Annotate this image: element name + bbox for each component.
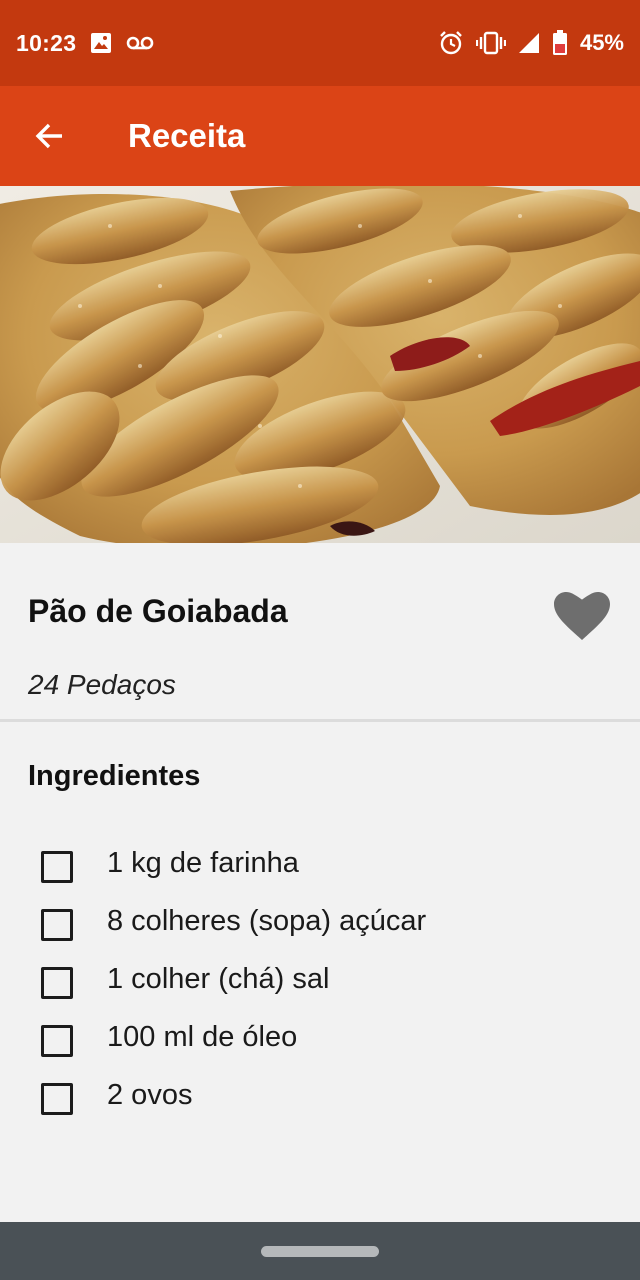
ingredient-item[interactable]: 2 ovos — [0, 1063, 640, 1121]
page-title: Receita — [128, 117, 246, 154]
signal-icon — [518, 32, 540, 54]
home-gesture-handle[interactable] — [261, 1245, 379, 1257]
heart-icon — [554, 592, 610, 642]
app-bar: Receita — [0, 86, 640, 186]
back-button[interactable] — [0, 86, 100, 186]
ingredient-item[interactable]: 8 colheres (sopa) açúcar — [0, 889, 640, 947]
battery-icon — [552, 30, 568, 56]
recipe-photo — [0, 186, 640, 543]
ingredient-checkbox[interactable] — [41, 851, 73, 883]
ingredient-checkbox[interactable] — [41, 1025, 73, 1057]
ingredient-checkbox[interactable] — [41, 967, 73, 999]
favorite-button[interactable] — [552, 589, 612, 645]
ingredient-label: 8 colheres (sopa) açúcar — [107, 905, 427, 937]
title-row: Pão de Goiabada — [28, 592, 618, 653]
arrow-back-icon — [34, 120, 66, 152]
image-icon — [90, 32, 112, 54]
status-bar: 10:23 45% — [0, 0, 640, 86]
recipe-title: Pão de Goiabada — [28, 593, 288, 629]
ingredient-checkbox[interactable] — [41, 1083, 73, 1115]
portions-text: 24 Pedaços — [28, 669, 176, 700]
alarm-icon — [438, 30, 464, 56]
system-nav-bar — [0, 1222, 640, 1280]
ingredient-item[interactable]: 1 colher (chá) sal — [0, 947, 640, 1005]
ingredient-label: 1 colher (chá) sal — [107, 963, 330, 995]
ingredients-heading: Ingredientes — [28, 760, 201, 792]
ingredient-label: 1 kg de farinha — [107, 847, 299, 879]
divider — [0, 719, 640, 722]
voicemail-icon — [126, 35, 154, 51]
vibrate-icon — [475, 31, 506, 55]
ingredients-list: 1 kg de farinha 8 colheres (sopa) açúcar… — [0, 831, 640, 1121]
ingredient-label: 100 ml de óleo — [107, 1021, 298, 1053]
status-time: 10:23 — [16, 29, 77, 56]
ingredient-checkbox[interactable] — [41, 909, 73, 941]
ingredient-item[interactable]: 100 ml de óleo — [0, 1005, 640, 1063]
ingredient-item[interactable]: 1 kg de farinha — [0, 831, 640, 889]
battery-percentage: 45% — [579, 30, 624, 55]
ingredient-label: 2 ovos — [107, 1079, 193, 1111]
